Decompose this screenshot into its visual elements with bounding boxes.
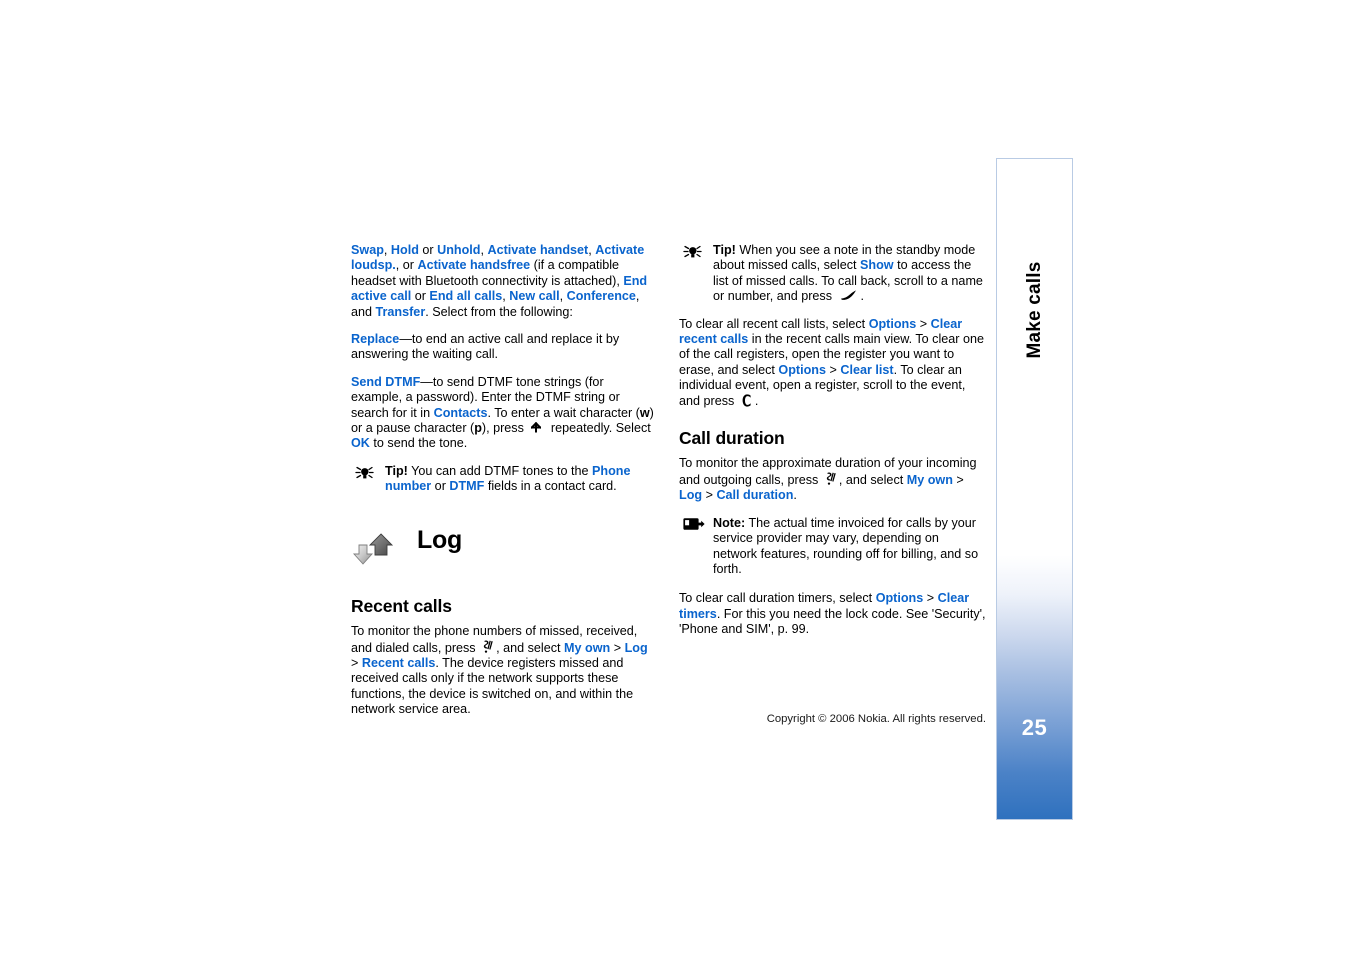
log-arrows-icon: [351, 531, 399, 575]
menu-sep-1: >: [923, 591, 938, 606]
menu-sep-1: >: [916, 316, 931, 331]
text-select-following: . Select from the following:: [425, 304, 573, 319]
tip-label: Tip!: [385, 463, 408, 478]
clear-timers-text-2: . For this you need the lock code. See '…: [679, 606, 986, 637]
call-duration-text-3: .: [793, 488, 797, 503]
menu-log: Log: [624, 640, 648, 655]
tip-missed-calls-body: Tip! When you see a note in the standby …: [713, 243, 986, 305]
heading-recent-calls: Recent calls: [351, 595, 452, 616]
chapter-tab: Make calls 25: [996, 158, 1073, 820]
menu-call-duration: Call duration: [716, 488, 794, 503]
note-label: Note:: [713, 515, 746, 530]
menu-my-own: My own: [906, 472, 953, 487]
note-arrow-icon: [683, 517, 705, 533]
option-replace: Replace: [351, 332, 400, 347]
wait-character-w: w: [639, 405, 650, 420]
chapter-title-log: Log: [417, 525, 462, 554]
tip-dtmf-text-2: or: [431, 479, 450, 494]
menu-sep-1: >: [952, 472, 964, 487]
option-new-call: New call: [509, 289, 560, 304]
chapter-tab-label: Make calls: [1023, 261, 1045, 359]
text-sep: ,: [559, 289, 567, 304]
menu-recent-calls: Recent calls: [361, 655, 436, 670]
menu-key-icon: [482, 640, 493, 654]
link-contacts: Contacts: [433, 405, 488, 420]
menu-sep-2: >: [702, 488, 717, 503]
softkey-show: Show: [860, 258, 894, 273]
left-column: Swap, Hold or Unhold, Activate handset , …: [351, 243, 658, 730]
tip-missed-calls: Tip! When you see a note in the standby …: [679, 243, 986, 305]
tip-label: Tip!: [713, 243, 736, 257]
lightbulb-tip-icon: [683, 244, 705, 260]
softkey-options: Options: [868, 316, 917, 331]
menu-key-icon: [825, 472, 836, 486]
lightbulb-tip-icon: [355, 465, 377, 481]
option-end-all-calls: End all calls: [429, 289, 503, 304]
copyright-notice: Copyright © 2006 Nokia. All rights reser…: [766, 713, 986, 725]
manual-page: Swap, Hold or Unhold, Activate handset , …: [0, 0, 1351, 954]
pause-character-p: p: [474, 421, 482, 436]
clear-key-icon: [742, 394, 751, 407]
option-transfer: Transfer: [375, 304, 426, 319]
text-or: or: [411, 289, 430, 304]
heading-call-duration: Call duration: [679, 428, 785, 449]
option-activate-handsfree: Activate handsfree: [417, 258, 531, 273]
chapter-heading-log: Log: [351, 525, 658, 577]
text-or: , or: [395, 258, 418, 273]
text-or: or: [418, 243, 438, 257]
paragraph-clear-lists: To clear all recent call lists, select O…: [679, 317, 986, 409]
recent-calls-text-2: , and select: [496, 640, 565, 655]
paragraph-clear-timers: To clear call duration timers, select Op…: [679, 591, 986, 637]
text-sep: ,: [383, 243, 391, 257]
send-dtmf-text-5: repeatedly. Select: [547, 421, 651, 436]
menu-sep-1: >: [610, 640, 625, 655]
note-invoiced-text: The actual time invoiced for calls by yo…: [713, 515, 979, 576]
paragraph-send-dtmf: Send DTMF—to send DTMF tone strings (for…: [351, 375, 658, 452]
option-unhold: Unhold: [437, 243, 481, 257]
option-swap: Swap: [351, 243, 384, 257]
page-number: 25: [1021, 715, 1048, 740]
link-ok: OK: [351, 436, 370, 451]
send-dtmf-text-2: . To enter a wait character (: [487, 405, 640, 420]
paragraph-replace: Replace—to end an active call and replac…: [351, 332, 658, 363]
paragraph-call-options: Swap, Hold or Unhold, Activate handset , …: [351, 243, 658, 320]
softkey-options-3: Options: [875, 591, 924, 606]
menu-sep-2: >: [351, 655, 362, 670]
field-dtmf: DTMF: [449, 479, 485, 494]
option-activate-handset: Activate handset: [487, 243, 589, 257]
right-column: Tip! When you see a note in the standby …: [679, 243, 986, 650]
send-dtmf-text-6: to send the tone.: [369, 436, 468, 451]
tip-dtmf-tones: Tip! You can add DTMF tones to the Phone…: [351, 464, 658, 495]
note-invoiced-time: Note: The actual time invoiced for calls…: [679, 516, 986, 578]
tip-dtmf-body: Tip! You can add DTMF tones to the Phone…: [385, 464, 658, 495]
tip-missed-text-3: .: [860, 289, 865, 304]
star-key-icon: [530, 421, 543, 433]
paragraph-recent-calls: To monitor the phone numbers of missed, …: [351, 624, 658, 717]
menu-my-own: My own: [564, 640, 611, 655]
option-hold: Hold: [390, 243, 419, 257]
option-send-dtmf: Send DTMF: [351, 374, 421, 389]
paragraph-call-duration: To monitor the approximate duration of y…: [679, 456, 986, 503]
call-duration-text-2: , and select: [838, 472, 907, 487]
tip-dtmf-text-3: fields in a contact card.: [484, 479, 617, 494]
menu-log: Log: [679, 488, 703, 503]
note-invoiced-body: Note: The actual time invoiced for calls…: [713, 516, 986, 578]
softkey-options-2: Options: [778, 362, 826, 377]
menu-sep-2: >: [826, 362, 841, 377]
menu-clear-list: Clear list: [840, 362, 894, 377]
clear-lists-text-4: .: [754, 393, 759, 408]
call-key-icon: [840, 290, 857, 301]
clear-timers-text-1: To clear call duration timers, select: [679, 591, 876, 606]
option-conference: Conference: [566, 289, 636, 304]
tip-dtmf-text-1: You can add DTMF tones to the: [407, 463, 592, 478]
clear-lists-text-1: To clear all recent call lists, select: [679, 316, 869, 331]
send-dtmf-text-4: ), press: [481, 421, 528, 436]
